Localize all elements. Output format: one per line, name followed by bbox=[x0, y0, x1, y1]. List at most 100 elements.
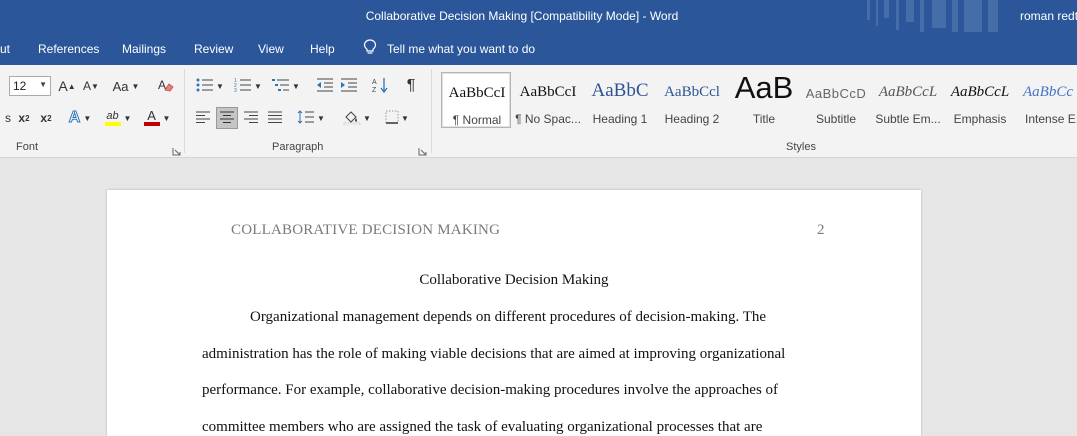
style-normal[interactable]: AaBbCcI ¶ Normal bbox=[441, 72, 511, 128]
text-effects-glyph: A bbox=[68, 109, 81, 127]
eraser-icon: A bbox=[157, 77, 175, 96]
numbering-icon: 123 bbox=[234, 78, 252, 95]
align-center-button[interactable] bbox=[216, 107, 238, 129]
tab-references[interactable]: References bbox=[38, 42, 99, 56]
style-subtle-emphasis[interactable]: AaBbCcL Subtle Em... bbox=[873, 72, 943, 128]
style-name: ¶ No Spac... bbox=[515, 112, 581, 126]
borders-button[interactable]: ▼ bbox=[380, 107, 414, 129]
highlight-color-bar bbox=[104, 122, 121, 126]
style-preview: AaBbCcL bbox=[878, 84, 938, 100]
body-line: committee members who are assigned the t… bbox=[202, 419, 763, 435]
style-heading-2[interactable]: AaBbCcl Heading 2 bbox=[657, 72, 727, 128]
document-page[interactable]: COLLABORATIVE DECISION MAKING 2 Collabor… bbox=[107, 190, 921, 436]
style-title[interactable]: AaB Title bbox=[729, 70, 799, 128]
style-subtitle[interactable]: AaBbCcD Subtitle bbox=[801, 72, 871, 128]
style-preview: AaB bbox=[734, 70, 794, 105]
style-preview: AaBbCc bbox=[1023, 84, 1073, 100]
font-color-glyph: A bbox=[147, 108, 156, 123]
svg-text:3: 3 bbox=[234, 88, 237, 92]
group-separator bbox=[184, 69, 185, 153]
increase-indent-icon bbox=[340, 78, 358, 95]
tab-mailings[interactable]: Mailings bbox=[122, 42, 166, 56]
style-name: Intense E... bbox=[1025, 112, 1077, 126]
font-size-value: 12 bbox=[13, 79, 27, 93]
shrink-arrow-icon: ▼ bbox=[91, 81, 99, 91]
align-center-icon bbox=[219, 111, 235, 126]
chevron-down-icon: ▼ bbox=[363, 113, 371, 123]
highlight-glyph: ab bbox=[106, 110, 119, 122]
bullets-icon bbox=[196, 78, 214, 95]
style-name: Title bbox=[752, 112, 776, 126]
multilevel-list-icon bbox=[272, 78, 290, 95]
justify-button[interactable] bbox=[264, 107, 286, 129]
align-left-icon bbox=[195, 111, 211, 126]
subscript-button[interactable]: x2 bbox=[12, 107, 36, 129]
style-preview: AaBbC bbox=[591, 80, 649, 101]
chevron-down-icon: ▼ bbox=[123, 113, 132, 123]
superscript-glyph: x bbox=[40, 111, 48, 125]
lightbulb-icon bbox=[363, 39, 377, 58]
numbering-button[interactable]: 123 ▼ bbox=[232, 75, 264, 97]
style-name: Subtle Em... bbox=[875, 112, 941, 126]
style-heading-1[interactable]: AaBbC Heading 1 bbox=[585, 72, 655, 128]
chevron-down-icon: ▼ bbox=[401, 113, 409, 123]
title-bar: Collaborative Decision Making [Compatibi… bbox=[0, 0, 1077, 32]
change-case-button[interactable]: Aa ▼ bbox=[110, 75, 142, 97]
font-size-box[interactable]: 12 ▼ bbox=[9, 76, 51, 96]
font-group-label: Font bbox=[16, 141, 39, 153]
style-no-spacing[interactable]: AaBbCcI ¶ No Spac... bbox=[513, 72, 583, 128]
shading-button[interactable]: ▼ bbox=[340, 107, 374, 129]
tab-help[interactable]: Help bbox=[310, 42, 335, 56]
style-emphasis[interactable]: AaBbCcL Emphasis bbox=[945, 72, 1015, 128]
clear-formatting-button[interactable]: A bbox=[155, 75, 177, 97]
font-color-button[interactable]: A ▼ bbox=[140, 107, 174, 129]
increase-indent-button[interactable] bbox=[338, 75, 360, 97]
style-intense-emphasis[interactable]: AaBbCc Intense E... bbox=[1017, 72, 1077, 128]
style-preview: AaBbCcl bbox=[664, 84, 720, 100]
paragraph-group-label: Paragraph bbox=[272, 141, 324, 153]
styles-gallery: AaBbCcI ¶ Normal AaBbCcI ¶ No Spac... Aa… bbox=[441, 70, 1077, 134]
body-line: administration has the role of making vi… bbox=[202, 346, 786, 362]
grow-font-button[interactable]: A ▲ bbox=[56, 75, 78, 97]
style-name: Emphasis bbox=[953, 112, 1007, 126]
window-title: Collaborative Decision Making [Compatibi… bbox=[365, 9, 679, 23]
document-title: Collaborative Decision Making bbox=[419, 272, 609, 288]
tab-view[interactable]: View bbox=[258, 42, 284, 56]
style-preview: AaBbCcI bbox=[519, 84, 577, 100]
decrease-indent-button[interactable] bbox=[314, 75, 336, 97]
multilevel-list-button[interactable]: ▼ bbox=[270, 75, 302, 97]
ribbon: 12 ▼ A ▲ A ▼ Aa ▼ A s x2 x2 A ▼ ab ▼ A ▼… bbox=[0, 65, 1077, 158]
change-case-glyph: Aa bbox=[112, 78, 129, 94]
shrink-font-button[interactable]: A ▼ bbox=[80, 75, 102, 97]
paragraph-dialog-launcher-icon[interactable] bbox=[418, 143, 427, 156]
line-spacing-button[interactable]: ▼ bbox=[294, 107, 328, 129]
borders-icon bbox=[385, 110, 399, 127]
body-line: Organizational management depends on dif… bbox=[250, 309, 767, 325]
sort-button[interactable]: AZ bbox=[370, 75, 392, 97]
page-number: 2 bbox=[817, 222, 825, 238]
decrease-indent-icon bbox=[316, 78, 334, 95]
style-preview: AaBbCcL bbox=[950, 84, 1010, 100]
superscript-button[interactable]: x2 bbox=[34, 107, 58, 129]
text-highlight-button[interactable]: ab ▼ bbox=[100, 107, 136, 129]
style-preview: AaBbCcI bbox=[448, 85, 506, 101]
tell-me-box[interactable]: Tell me what you want to do bbox=[363, 39, 535, 58]
align-right-button[interactable] bbox=[240, 107, 262, 129]
sort-icon: AZ bbox=[372, 77, 390, 96]
style-name: Heading 2 bbox=[664, 112, 720, 126]
font-dialog-launcher-icon[interactable] bbox=[172, 143, 181, 156]
text-effects-button[interactable]: A ▼ bbox=[64, 107, 96, 129]
style-preview: AaBbCcD bbox=[805, 86, 867, 101]
svg-text:A: A bbox=[372, 79, 377, 86]
account-name[interactable]: roman redt bbox=[1020, 9, 1077, 23]
align-left-button[interactable] bbox=[192, 107, 214, 129]
tab-layout[interactable]: ut bbox=[0, 42, 10, 56]
show-formatting-marks-button[interactable]: ¶ bbox=[400, 75, 422, 97]
align-right-icon bbox=[243, 111, 259, 126]
styles-group-label: Styles bbox=[786, 141, 816, 153]
justify-icon bbox=[267, 111, 283, 126]
tab-review[interactable]: Review bbox=[194, 42, 233, 56]
chevron-down-icon: ▼ bbox=[254, 81, 262, 91]
paint-bucket-icon bbox=[343, 109, 361, 128]
bullets-button[interactable]: ▼ bbox=[194, 75, 226, 97]
